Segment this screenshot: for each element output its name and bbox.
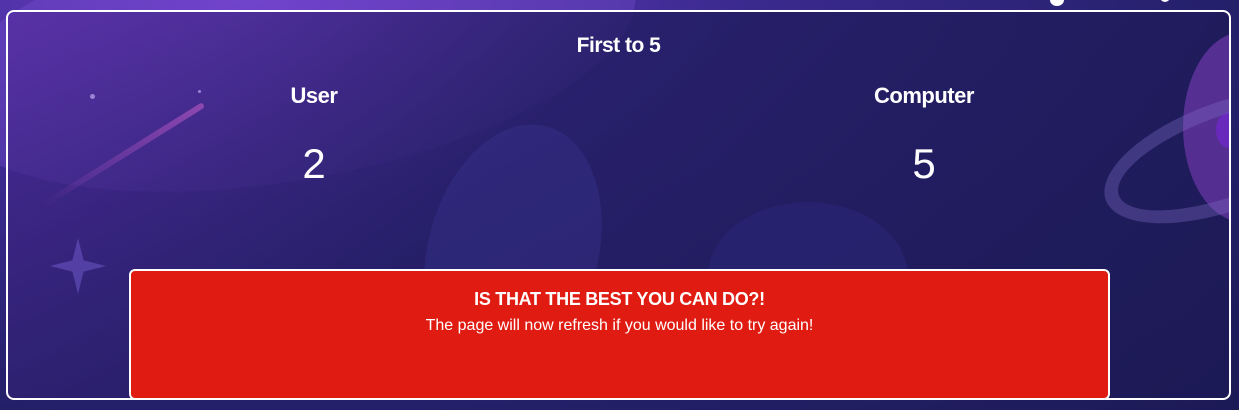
computer-score: 5 bbox=[912, 140, 936, 187]
sparkle-star-icon bbox=[50, 238, 106, 294]
comet-icon bbox=[40, 102, 206, 208]
result-heading: IS THAT THE BEST YOU CAN DO?! bbox=[474, 289, 765, 309]
star-dot-icon bbox=[1050, 0, 1064, 6]
space-background: First to 5 User 2 Computer 5 IS THAT THE… bbox=[0, 0, 1239, 410]
user-score: 2 bbox=[302, 140, 326, 187]
star-dot-icon bbox=[1160, 0, 1170, 2]
computer-label: Computer bbox=[874, 83, 974, 108]
result-banner: IS THAT THE BEST YOU CAN DO?! The page w… bbox=[129, 269, 1110, 398]
game-title: First to 5 bbox=[576, 34, 661, 57]
star-dot-icon bbox=[198, 90, 201, 93]
scoreboard-panel: First to 5 User 2 Computer 5 IS THAT THE… bbox=[6, 10, 1231, 400]
star-dot-icon bbox=[90, 94, 95, 99]
result-message: The page will now refresh if you would l… bbox=[425, 317, 814, 334]
user-label: User bbox=[290, 83, 338, 108]
